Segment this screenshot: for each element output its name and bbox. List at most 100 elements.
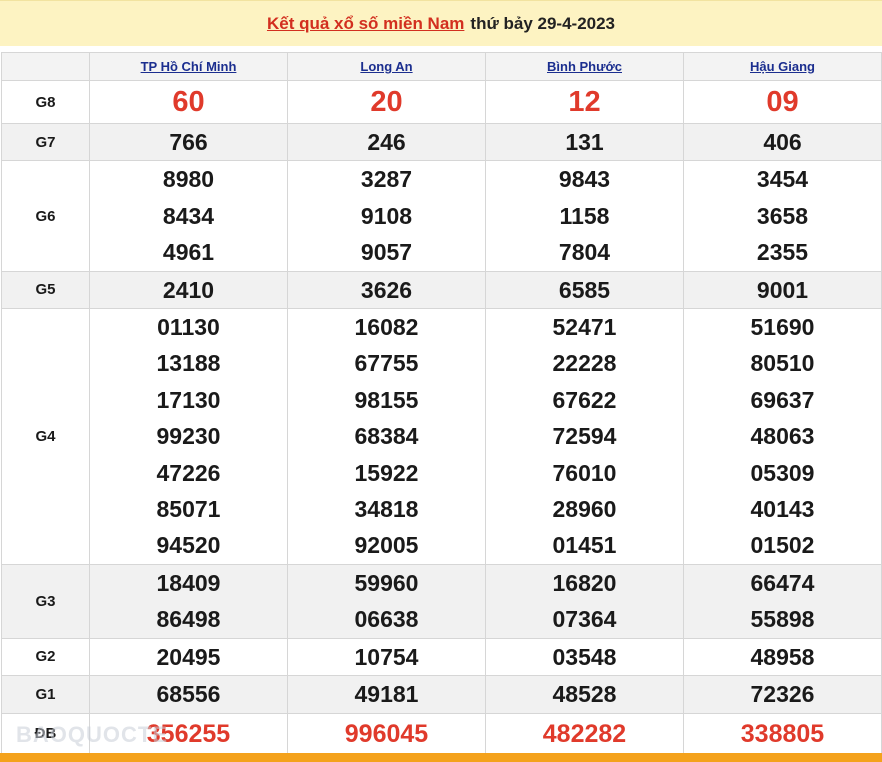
- prize-number: 66474: [750, 569, 815, 596]
- prize-number: 51690: [750, 314, 815, 341]
- prize-cell: 48528: [485, 675, 684, 714]
- prize-label: G4: [1, 308, 90, 565]
- prize-number: 996045: [344, 719, 429, 748]
- prize-label: G3: [1, 563, 90, 639]
- prize-number: 01502: [750, 532, 815, 559]
- prize-number: 766: [169, 129, 208, 155]
- corner-cell: [1, 52, 90, 81]
- prize-number: 98155: [354, 386, 419, 413]
- prize-number: 07364: [552, 606, 617, 633]
- prize-number: 67755: [354, 350, 419, 377]
- prize-number: 131: [565, 129, 604, 155]
- prize-cell: 49181: [287, 675, 486, 714]
- prize-number: 06638: [354, 606, 419, 633]
- prize-label: G1: [1, 675, 90, 714]
- prize-row: G2 20495 10754 03548 48958: [1, 637, 882, 677]
- province-link-hau-giang[interactable]: Hậu Giang: [750, 59, 815, 74]
- prize-row: G8 60 20 12 09: [1, 80, 882, 124]
- prize-number: 05309: [750, 459, 815, 486]
- prize-cell: 12: [485, 80, 684, 124]
- bottom-accent-bar: [0, 753, 882, 762]
- prize-cell: 406: [683, 122, 882, 162]
- prize-cell: 60: [89, 80, 288, 124]
- results-header: Kết quả xổ số miền Nam thứ bảy 29-4-2023: [0, 0, 882, 46]
- province-link-long-an[interactable]: Long An: [360, 59, 412, 74]
- prize-cell: 9843 1158 7804: [485, 160, 684, 272]
- prize-number: 92005: [354, 532, 419, 559]
- prize-label: G6: [1, 160, 90, 272]
- prize-number: 246: [367, 129, 406, 155]
- prize-number: 20: [370, 86, 403, 118]
- prize-number: 34818: [354, 496, 419, 523]
- province-link-binh-phuoc[interactable]: Bình Phước: [547, 59, 622, 74]
- prize-number: 48958: [750, 643, 815, 670]
- prize-label: ĐB: [1, 712, 90, 755]
- prize-number: 85071: [156, 496, 221, 523]
- prize-number: 48063: [750, 423, 815, 450]
- prize-cell: 9001: [683, 270, 882, 310]
- prize-number: 47226: [156, 459, 221, 486]
- prize-number: 01130: [157, 314, 220, 341]
- prize-number: 40143: [750, 496, 815, 523]
- prize-row: G6 8980 8434 4961 3287 9108 9057 9843 1158 7804 34…: [1, 160, 882, 272]
- prize-cell: 16082 67755 98155 68384 15922 34818 92005: [287, 308, 486, 565]
- results-body: G8 60 20 12 09 G7 766 246 131 406 G6 8980 8434 4961 32…: [1, 80, 882, 755]
- prize-number: 15922: [354, 459, 419, 486]
- prize-number: 72326: [750, 681, 815, 708]
- prize-cell: 48958: [683, 637, 882, 677]
- prize-number: 76010: [552, 459, 617, 486]
- prize-number: 16820: [552, 569, 617, 596]
- prize-number: 17130: [156, 386, 221, 413]
- prize-cell: 996045: [287, 712, 486, 755]
- prize-cell: 18409 86498: [89, 563, 288, 639]
- prize-label: G7: [1, 122, 90, 162]
- prize-number: 2355: [756, 239, 809, 266]
- prize-cell: 59960 06638: [287, 563, 486, 639]
- prize-cell: 356255: [89, 712, 288, 755]
- prize-number: 482282: [542, 719, 627, 748]
- prize-row: G3 18409 86498 59960 06638 16820 07364 66474 558…: [1, 563, 882, 639]
- prize-label: G8: [1, 80, 90, 124]
- prize-cell: 68556: [89, 675, 288, 714]
- prize-number: 18409: [156, 569, 221, 596]
- province-header: Long An: [287, 52, 486, 81]
- prize-number: 09: [766, 86, 799, 118]
- prize-row: G4 01130 13188 17130 99230 47226 85071 94520 160…: [1, 308, 882, 565]
- prize-cell: 3454 3658 2355: [683, 160, 882, 272]
- prize-cell: 10754: [287, 637, 486, 677]
- prize-number: 9108: [360, 202, 413, 229]
- prize-number: 69637: [750, 386, 815, 413]
- prize-number: 52471: [552, 314, 617, 341]
- prize-number: 1158: [559, 202, 610, 229]
- prize-cell: 246: [287, 122, 486, 162]
- prize-number: 16082: [354, 314, 419, 341]
- prize-cell: 16820 07364: [485, 563, 684, 639]
- prize-label: G2: [1, 637, 90, 677]
- prize-number: 55898: [750, 606, 815, 633]
- prize-number: 12: [568, 86, 601, 118]
- province-header-row: TP Hồ Chí Minh Long An Bình Phước Hậu Gi…: [1, 52, 882, 81]
- prize-number: 10754: [354, 643, 419, 670]
- prize-cell: 01130 13188 17130 99230 47226 85071 94520: [89, 308, 288, 565]
- prize-number: 59960: [354, 569, 419, 596]
- prize-cell: 20: [287, 80, 486, 124]
- prize-number: 03548: [552, 643, 617, 670]
- province-header: TP Hồ Chí Minh: [89, 52, 288, 81]
- prize-row: G1 68556 49181 48528 72326: [1, 675, 882, 714]
- prize-cell: 338805: [683, 712, 882, 755]
- prize-number: 3454: [756, 166, 809, 193]
- prize-cell: 766: [89, 122, 288, 162]
- prize-cell: 72326: [683, 675, 882, 714]
- prize-number: 9001: [756, 276, 809, 303]
- prize-number: 22228: [552, 350, 617, 377]
- province-link-tp-ho-chi-minh[interactable]: TP Hồ Chí Minh: [141, 59, 237, 74]
- prize-number: 01451: [552, 532, 617, 559]
- prize-number: 3658: [756, 202, 809, 229]
- results-date: thứ bảy 29-4-2023: [470, 13, 616, 33]
- prize-number: 9057: [360, 239, 413, 266]
- prize-row: G5 2410 3626 6585 9001: [1, 270, 882, 310]
- prize-cell: 52471 22228 67622 72594 76010 28960 01451: [485, 308, 684, 565]
- prize-number: 68384: [354, 423, 419, 450]
- prize-number: 72594: [552, 423, 617, 450]
- region-results-link[interactable]: Kết quả xổ số miền Nam: [267, 14, 464, 34]
